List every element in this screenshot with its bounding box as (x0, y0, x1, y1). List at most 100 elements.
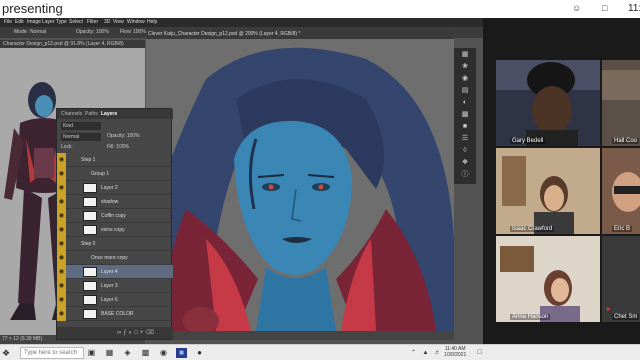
layer-row[interactable]: ◉ Coffin copy (57, 209, 173, 223)
visibility-eye-icon[interactable]: ◉ (57, 251, 66, 265)
adjustments-icon[interactable]: ◐ (459, 98, 471, 108)
layer-fill[interactable]: Fill: 100% (107, 144, 129, 150)
participant-tile[interactable]: ● Chet Sm (602, 236, 640, 322)
visibility-eye-icon[interactable]: ◉ (57, 223, 66, 237)
store-icon[interactable]: ▩ (140, 348, 151, 358)
flow-value[interactable]: 100% (133, 29, 146, 35)
chrome-icon[interactable]: ◉ (158, 348, 169, 358)
paths-icon[interactable]: ❖ (459, 158, 471, 168)
menu-layer[interactable]: Layer (42, 19, 55, 25)
properties-icon[interactable]: ▤ (459, 86, 471, 96)
layer-name: Step 1 (81, 157, 96, 163)
info-icon[interactable]: ⓘ (459, 170, 471, 180)
trash-icon[interactable]: ⌫ (145, 330, 155, 336)
right-toolbar: ▦ ❀ ◉ ▤ ◐ ▩ ■ ☰ ◊ ❖ ⓘ (454, 48, 476, 184)
chat-icon[interactable]: □ (602, 3, 607, 13)
layer-row[interactable]: ◉ Step 1 (57, 153, 173, 167)
layers-panel-tabs: Channels Paths Layers (57, 109, 173, 119)
layer-name: BASE COLOR (101, 311, 134, 317)
swatches-icon[interactable]: ▩ (459, 110, 471, 120)
layer-lock[interactable]: Lock: (61, 144, 73, 150)
doc2-status: 200% (146, 331, 454, 340)
task-view-icon[interactable]: ▣ (86, 348, 97, 358)
visibility-eye-icon[interactable]: ◉ (57, 293, 66, 307)
menu-help[interactable]: Help (147, 19, 157, 25)
zoom-icon[interactable]: ● (194, 348, 205, 358)
menu-select[interactable]: Select (69, 19, 83, 25)
opacity-value[interactable]: 100% (96, 29, 109, 35)
windows-start-icon[interactable]: ❖ (2, 348, 10, 359)
layer-row[interactable]: ◉ shadow (57, 195, 173, 209)
menu-edit[interactable]: Edit (15, 19, 24, 25)
layer-thumbnail (83, 309, 97, 319)
participant-tile[interactable]: Isaac Crawford (496, 148, 600, 234)
visibility-eye-icon[interactable]: ◉ (57, 237, 66, 251)
tab-layers[interactable]: Layers (101, 111, 117, 117)
visibility-eye-icon[interactable]: ◉ (57, 153, 66, 167)
layer-row[interactable]: ◉ Once more copy (57, 251, 173, 265)
notifications-icon[interactable]: □ (474, 348, 485, 358)
layer-blend-mode[interactable]: Normal (61, 133, 101, 141)
layer-row[interactable]: ◉ Group 1 (57, 167, 173, 181)
layer-row[interactable]: ◉ Step 0 (57, 237, 173, 251)
doc2-tab[interactable]: Clever Kaiju_Character Design_p12.psd @ … (146, 30, 454, 39)
layers-icon[interactable]: ☰ (459, 134, 471, 144)
explorer-icon[interactable]: ▦ (104, 348, 115, 358)
participant-video (602, 148, 640, 234)
network-icon[interactable]: ▲ (420, 348, 431, 358)
visibility-eye-icon[interactable]: ◉ (57, 195, 66, 209)
visibility-eye-icon[interactable]: ◉ (57, 265, 66, 279)
layer-opacity[interactable]: Opacity: 100% (107, 133, 140, 139)
menu-view[interactable]: View (113, 19, 124, 25)
visibility-eye-icon[interactable]: ◉ (57, 307, 66, 321)
layer-name: veins copy (101, 227, 125, 233)
layer-row[interactable]: ◉ BASE COLOR (57, 307, 173, 321)
layer-row[interactable]: ◉ veins copy (57, 223, 173, 237)
layer-row-selected[interactable]: ◉ Layer 4 (57, 265, 173, 279)
participant-tile[interactable]: Gary Bedell (496, 60, 600, 146)
menu-image[interactable]: Image (27, 19, 41, 25)
menu-file[interactable]: File (4, 19, 12, 25)
photoshop-icon[interactable]: ■ (176, 348, 187, 358)
visibility-eye-icon[interactable]: ◉ (57, 209, 66, 223)
layer-filter-kind[interactable]: Kind (61, 122, 101, 130)
layer-name: shadow (101, 199, 119, 205)
brush-icon[interactable]: ❀ (459, 62, 471, 72)
clone-icon[interactable]: ◉ (459, 74, 471, 84)
menu-filter[interactable]: Filter (87, 19, 98, 25)
photoshop-window: File Edit Image Layer Type Select Filter… (0, 18, 483, 344)
layer-thumbnail (83, 183, 97, 193)
main-document[interactable]: Clever Kaiju_Character Design_p12.psd @ … (146, 30, 454, 340)
menu-type[interactable]: Type (56, 19, 67, 25)
participant-video (496, 60, 600, 146)
taskbar-clock[interactable]: 11:40 AM 1/30/2021 (444, 346, 466, 358)
menu-3d[interactable]: 3D (104, 19, 110, 25)
taskbar-date: 1/30/2021 (444, 352, 467, 358)
history-icon[interactable]: ▦ (459, 50, 471, 60)
participant-tile[interactable]: Anna Hanson (496, 236, 600, 322)
menu-window[interactable]: Window (127, 19, 145, 25)
participant-video (496, 236, 600, 322)
taskbar-search[interactable]: Type here to search (20, 347, 84, 359)
layer-row[interactable]: ◉ Layer 2 (57, 181, 173, 195)
visibility-eye-icon[interactable]: ◉ (57, 181, 66, 195)
volume-icon[interactable]: ♬ (432, 348, 443, 358)
participants-icon[interactable]: ☺ (572, 3, 581, 13)
channels-icon[interactable]: ◊ (459, 146, 471, 156)
edge-icon[interactable]: ◈ (122, 348, 133, 358)
tray-arrow-icon[interactable]: ⌃ (408, 348, 419, 358)
layer-row[interactable]: ◉ Layer 3 (57, 279, 173, 293)
presenting-title: presenting (2, 1, 63, 16)
tab-channels[interactable]: Channels (61, 111, 82, 117)
participant-name: Chet Sm (612, 314, 640, 320)
layer-row[interactable]: ◉ Layer 6 (57, 293, 173, 307)
participant-tile[interactable]: Hall Coo (602, 60, 640, 146)
mode-select[interactable]: Normal (30, 29, 46, 35)
participant-tile[interactable]: Eric B (602, 148, 640, 234)
mode-label: Mode: (14, 29, 28, 35)
visibility-eye-icon[interactable]: ◉ (57, 279, 66, 293)
tab-paths[interactable]: Paths (85, 111, 98, 117)
doc1-tab[interactable]: Character Design_p12.psd @ 91.8% (Layer … (0, 40, 145, 48)
color-icon[interactable]: ■ (459, 122, 471, 132)
visibility-eye-icon[interactable]: ◉ (57, 167, 66, 181)
